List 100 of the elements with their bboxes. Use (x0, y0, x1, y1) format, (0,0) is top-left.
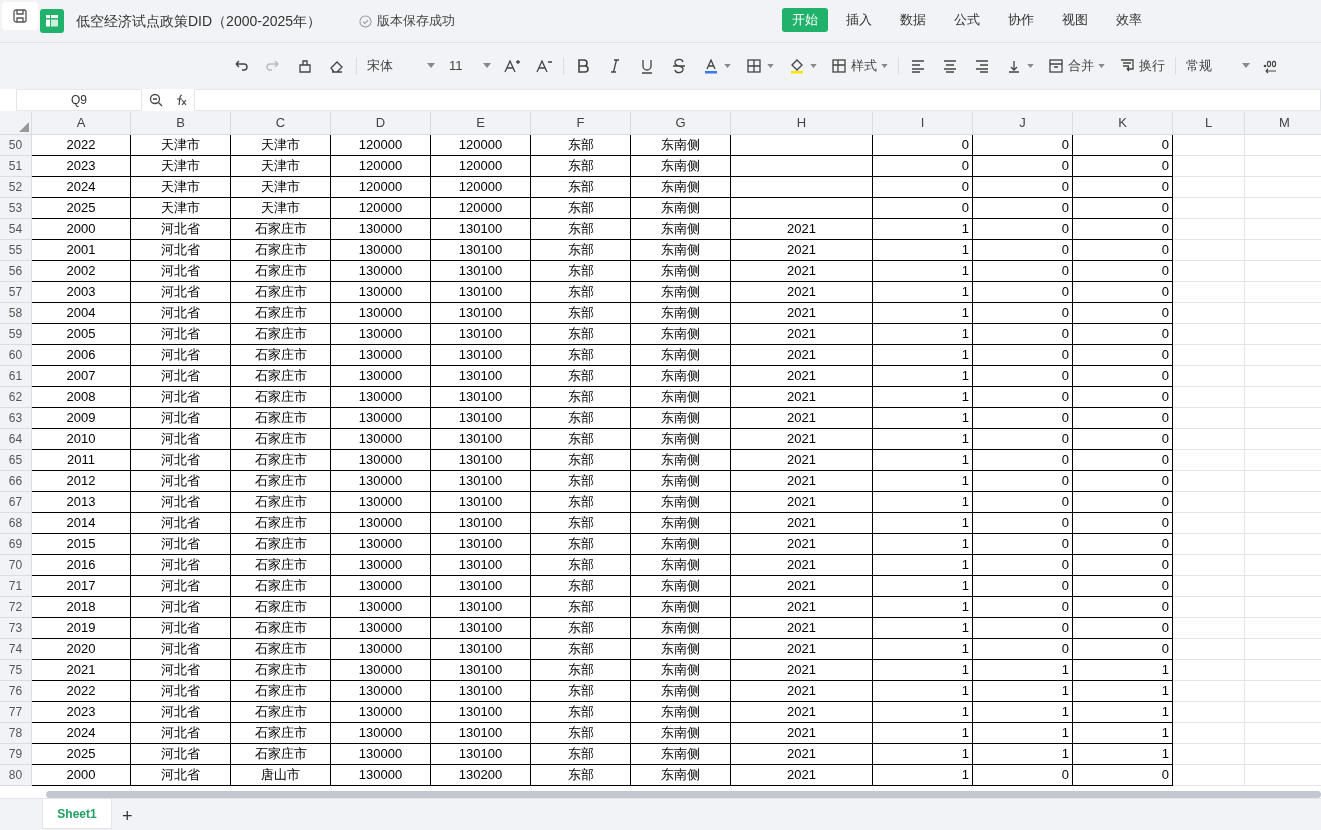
row-header[interactable]: 75 (0, 660, 32, 682)
row-header[interactable]: 74 (0, 639, 32, 661)
cell-reference-field[interactable]: Q9 (16, 88, 142, 111)
row-header[interactable]: 65 (0, 450, 32, 472)
menu-tab[interactable]: 效率 (1106, 8, 1152, 32)
row-header[interactable]: 50 (0, 135, 32, 157)
add-sheet-button[interactable]: + (122, 803, 133, 830)
table-cell: 130000 (331, 576, 431, 598)
row-header[interactable]: 51 (0, 156, 32, 178)
select-all-icon[interactable] (19, 122, 29, 133)
table-cell: 东南侧 (631, 135, 731, 157)
column-header[interactable]: I (873, 112, 973, 135)
column-header[interactable]: K (1073, 112, 1173, 135)
table-cell: 0 (973, 303, 1073, 325)
row-header[interactable]: 76 (0, 681, 32, 703)
menu-tab[interactable]: 插入 (836, 8, 882, 32)
row-header[interactable]: 77 (0, 702, 32, 724)
row-header[interactable]: 68 (0, 513, 32, 535)
row-header[interactable]: 62 (0, 387, 32, 409)
strikethrough-icon[interactable] (670, 56, 688, 75)
row-header[interactable]: 80 (0, 765, 32, 787)
table-cell: 0 (973, 345, 1073, 367)
font-color-icon[interactable] (702, 56, 720, 75)
column-header[interactable]: B (131, 112, 231, 135)
table-cell: 2021 (731, 366, 873, 388)
menu-tab[interactable]: 公式 (944, 8, 990, 32)
table-cell (1173, 219, 1245, 241)
column-header[interactable]: D (331, 112, 431, 135)
column-header[interactable]: M (1245, 112, 1321, 135)
formula-input-field[interactable] (194, 88, 1321, 111)
column-header[interactable]: A (32, 112, 131, 135)
style-button[interactable]: 样式 (831, 56, 888, 76)
row-header[interactable]: 58 (0, 303, 32, 325)
table-cell (1173, 471, 1245, 493)
merge-button[interactable]: 合并 (1048, 56, 1105, 76)
row-header[interactable]: 61 (0, 366, 32, 388)
table-cell (1173, 597, 1245, 619)
menu-tab[interactable]: 数据 (890, 8, 936, 32)
column-header[interactable]: H (731, 112, 873, 135)
table-cell: 2021 (731, 324, 873, 346)
column-header[interactable]: C (231, 112, 331, 135)
table-cell: 120000 (331, 177, 431, 199)
table-cell: 1 (1073, 723, 1173, 745)
column-header[interactable]: E (431, 112, 531, 135)
row-header[interactable]: 57 (0, 282, 32, 304)
column-header[interactable]: J (973, 112, 1073, 135)
row-header[interactable]: 60 (0, 345, 32, 367)
row-header[interactable]: 72 (0, 597, 32, 619)
row-header[interactable]: 73 (0, 618, 32, 640)
row-header[interactable]: 66 (0, 471, 32, 493)
table-cell (1173, 513, 1245, 535)
row-header[interactable]: 56 (0, 261, 32, 283)
row-header[interactable]: 70 (0, 555, 32, 577)
save-icon[interactable] (2, 2, 38, 31)
table-cell: 1 (873, 639, 973, 661)
row-header[interactable]: 63 (0, 408, 32, 430)
menu-tab[interactable]: 视图 (1052, 8, 1098, 32)
row-header[interactable]: 64 (0, 429, 32, 451)
wrap-text-button[interactable]: 换行 (1119, 56, 1165, 76)
row-header[interactable]: 54 (0, 219, 32, 241)
table-cell: 东南侧 (631, 576, 731, 598)
number-format-dropdown[interactable]: 常规 (1186, 56, 1250, 76)
table-cell: 2022 (32, 681, 131, 703)
table-cell: 东南侧 (631, 198, 731, 220)
row-header[interactable]: 67 (0, 492, 32, 514)
row-header[interactable]: 55 (0, 240, 32, 262)
table-cell: 0 (973, 471, 1073, 493)
row-header[interactable]: 52 (0, 177, 32, 199)
row-header[interactable]: 53 (0, 198, 32, 220)
row-header[interactable]: 79 (0, 744, 32, 766)
table-cell: 2006 (32, 345, 131, 367)
table-cell: 0 (873, 198, 973, 220)
table-cell: 东南侧 (631, 177, 731, 199)
row-header[interactable]: 69 (0, 534, 32, 556)
table-cell: 东南侧 (631, 534, 731, 556)
caret-icon (427, 63, 435, 69)
column-header[interactable]: F (531, 112, 631, 135)
horizontal-scrollbar[interactable] (46, 791, 1321, 799)
table-cell: 东部 (531, 303, 631, 325)
row-header[interactable]: 59 (0, 324, 32, 346)
font-name-dropdown[interactable]: 宋体 (367, 56, 435, 76)
column-header[interactable]: G (631, 112, 731, 135)
table-cell: 石家庄市 (231, 366, 331, 388)
table-cell: 0 (1073, 261, 1173, 283)
table-cell: 130000 (331, 723, 431, 745)
row-header[interactable]: 71 (0, 576, 32, 598)
table-cell (1173, 198, 1245, 220)
table-cell: 河北省 (131, 429, 231, 451)
zoom-icon[interactable] (148, 91, 164, 108)
table-cell (1173, 681, 1245, 703)
table-cell: 0 (973, 555, 1073, 577)
function-icon[interactable] (174, 92, 188, 107)
borders-icon[interactable] (745, 56, 763, 75)
table-cell (1173, 702, 1245, 724)
table-cell: 东南侧 (631, 408, 731, 430)
menu-tab[interactable]: 协作 (998, 8, 1044, 32)
column-header[interactable]: L (1173, 112, 1245, 135)
table-cell: 石家庄市 (231, 597, 331, 619)
row-header[interactable]: 78 (0, 723, 32, 745)
font-size-dropdown[interactable]: 11 (449, 56, 491, 76)
